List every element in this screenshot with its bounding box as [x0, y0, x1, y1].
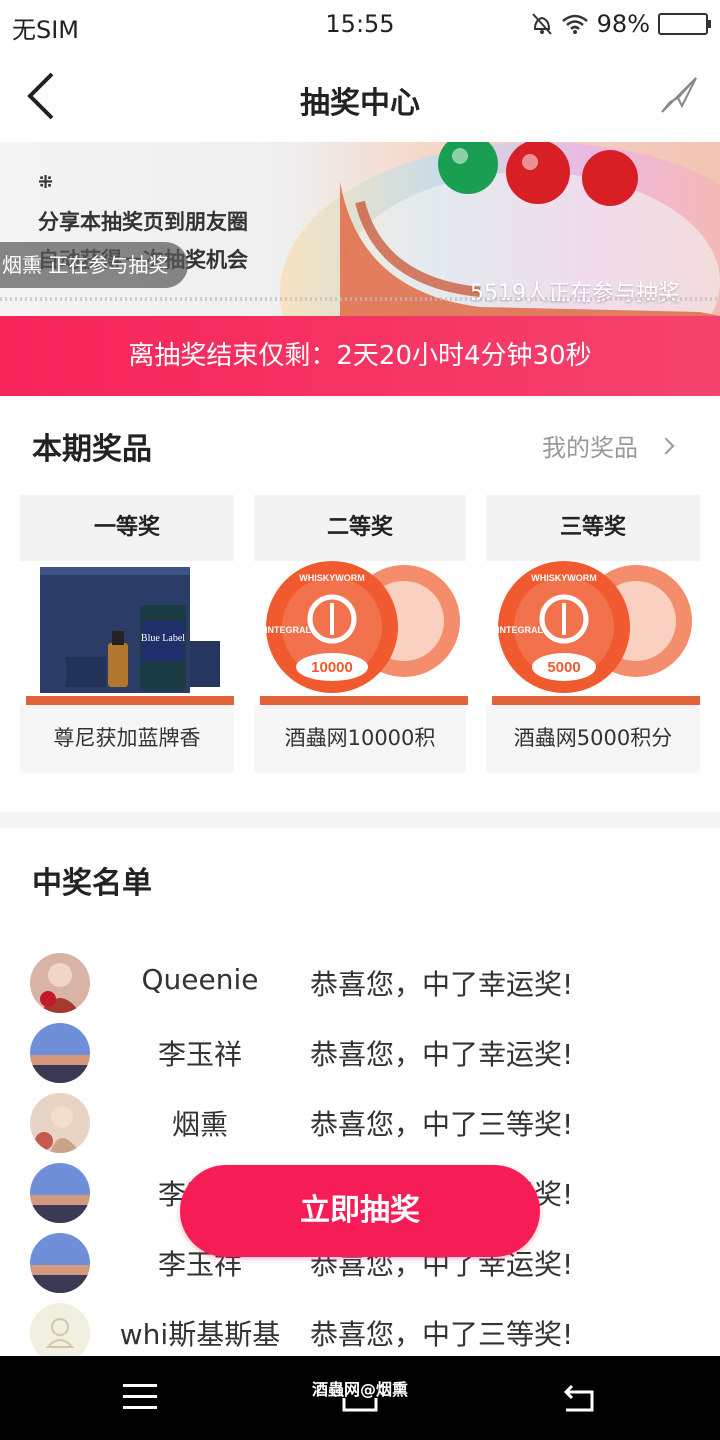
- svg-text:10000: 10000: [311, 659, 353, 676]
- default-user-icon: [30, 1303, 90, 1363]
- prize-tier: 三等奖: [486, 495, 700, 561]
- points-coin-icon: 5000 WHISKYWORM INTEGRAL: [497, 561, 692, 693]
- draw-now-button[interactable]: 立即抽奖: [180, 1165, 540, 1257]
- points-coin-icon: 10000 WHISKYWORM INTEGRAL: [265, 561, 460, 693]
- my-prizes-link[interactable]: 我的奖品: [542, 428, 675, 463]
- section-divider: [0, 812, 720, 828]
- prize-image-points-5000: 5000 WHISKYWORM INTEGRAL: [486, 561, 700, 705]
- chevron-right-icon: [657, 437, 675, 454]
- prize-name: 尊尼获加蓝牌香: [53, 726, 201, 750]
- whisky-giftbox-icon: Blue Label: [40, 567, 220, 693]
- watermark-text: 酒蟲网@烟熏: [311, 1380, 408, 1399]
- prize-name: 酒蟲网5000积分: [513, 726, 673, 750]
- winner-row: Queenie 恭喜您，中了幸运奖!: [0, 953, 720, 1023]
- status-bar: 无SIM 15:55 98%: [0, 0, 720, 52]
- status-icons: 98%: [531, 10, 711, 38]
- svg-text:Blue Label: Blue Label: [141, 633, 185, 644]
- prize-image-strip: [260, 696, 468, 705]
- battery-icon: [658, 13, 711, 35]
- brand-logo: ⁜: [38, 172, 54, 193]
- winner-message: 恭喜您，中了幸运奖!: [310, 968, 574, 1001]
- mute-bell-icon: [531, 13, 552, 35]
- prize-name: 酒蟲网10000积: [284, 726, 436, 750]
- avatar: [30, 953, 90, 1013]
- prize-image-whisky: Blue Label: [20, 561, 234, 705]
- participating-ticker: 烟熏 正在参与抽奖: [0, 242, 189, 288]
- prize-tier: 二等奖: [254, 495, 466, 561]
- svg-text:WHISKYWORM: WHISKYWORM: [531, 573, 597, 583]
- prize-card-second[interactable]: 二等奖 10000 WHISKYWORM INTEGRAL 酒蟲网10000积: [254, 495, 468, 773]
- winner-row: 李玉祥 恭喜您，中了幸运奖!: [0, 1023, 720, 1093]
- share-banner[interactable]: ⁜ 分享本抽奖页到朋友圈 自动获得一次抽奖机会 烟熏 正在参与抽奖 5519人正…: [0, 142, 720, 316]
- participant-count: 5519人正在参与抽奖: [470, 281, 680, 306]
- banner-divider: [0, 297, 720, 301]
- winner-name: whi斯基斯基: [119, 1318, 281, 1351]
- avatar: [30, 1023, 90, 1083]
- svg-text:WHISKYWORM: WHISKYWORM: [299, 573, 365, 583]
- page-title: 抽奖中心: [300, 86, 420, 121]
- avatar: [30, 1233, 90, 1293]
- winner-name: Queenie: [141, 963, 259, 996]
- prize-tier: 一等奖: [20, 495, 234, 561]
- my-prizes-label: 我的奖品: [542, 434, 638, 462]
- countdown-bar: 离抽奖结束仅剩：2天20小时4分钟30秒: [0, 316, 720, 396]
- prize-card-third[interactable]: 三等奖 5000 WHISKYWORM INTEGRAL 酒蟲网5000积分: [486, 495, 700, 773]
- avatar: [30, 1093, 90, 1153]
- avatar: [30, 1163, 90, 1223]
- prize-image-points-10000: 10000 WHISKYWORM INTEGRAL: [254, 561, 468, 705]
- winner-name: 烟熏: [171, 1108, 228, 1141]
- winner-message: 恭喜您，中了三等奖!: [310, 1108, 574, 1141]
- winner-message: 恭喜您，中了幸运奖!: [310, 1038, 574, 1071]
- winners-section-title: 中奖名单: [32, 866, 152, 901]
- svg-text:INTEGRAL: INTEGRAL: [497, 625, 544, 635]
- banner-headline: 分享本抽奖页到朋友圈: [38, 210, 248, 234]
- svg-text:5000: 5000: [547, 659, 580, 676]
- winner-name: 李玉祥: [157, 1038, 242, 1071]
- wifi-icon: [561, 14, 588, 34]
- winner-message: 恭喜您，中了三等奖!: [310, 1318, 574, 1351]
- prize-image-strip: [26, 696, 234, 705]
- prize-image-strip: [492, 696, 700, 705]
- share-arrow-icon[interactable]: [658, 74, 700, 116]
- svg-text:INTEGRAL: INTEGRAL: [265, 625, 312, 635]
- battery-percent: 98%: [596, 10, 650, 38]
- winner-row: 烟熏 恭喜您，中了三等奖!: [0, 1093, 720, 1163]
- top-nav-bar: 抽奖中心: [0, 52, 720, 142]
- prizes-section-title: 本期奖品: [32, 432, 152, 467]
- prize-card-first[interactable]: 一等奖 Blue Label 尊尼获加蓝牌香: [20, 495, 234, 773]
